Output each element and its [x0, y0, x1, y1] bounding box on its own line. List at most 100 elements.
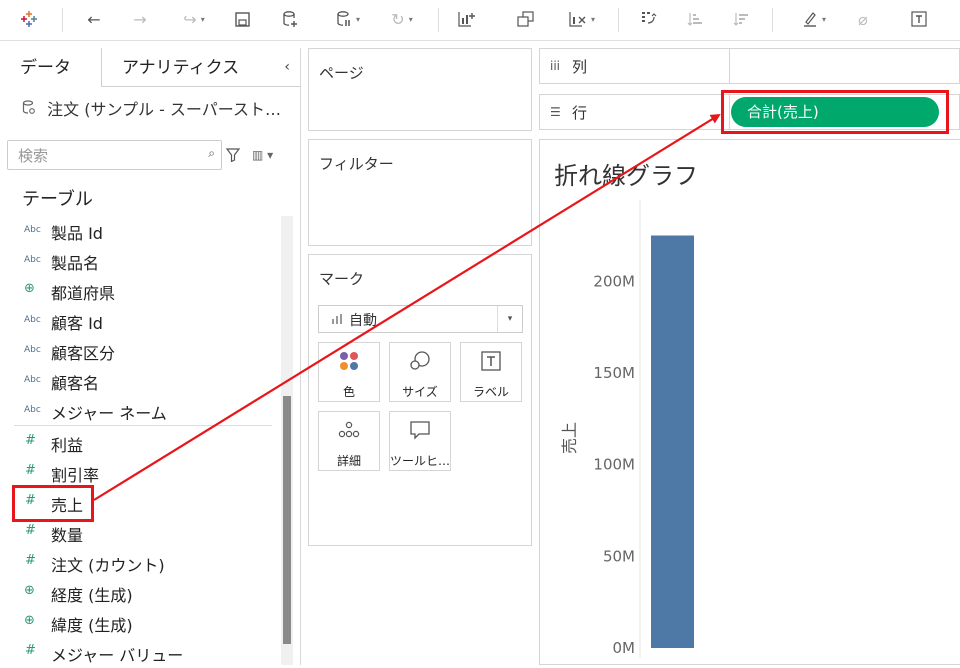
- field-item[interactable]: Abc 製品名: [0, 246, 272, 276]
- globe-icon: ⊕: [24, 583, 35, 598]
- field-item[interactable]: # メジャー バリュー: [0, 638, 272, 668]
- filters-card-title: フィルター: [319, 155, 394, 173]
- field-item[interactable]: # 数量: [0, 518, 272, 548]
- data-pane-tabs: データ アナリティクス ‹: [0, 48, 300, 87]
- field-item[interactable]: Abc 顧客名: [0, 366, 272, 396]
- annotation-box-rows-pill: [721, 90, 949, 134]
- y-tick-label: 100M: [593, 456, 635, 474]
- abc-type-icon: Abc: [24, 225, 41, 235]
- detail-button[interactable]: 詳細: [318, 411, 380, 471]
- abc-type-icon: Abc: [24, 255, 41, 265]
- pause-updates-icon[interactable]: ▾: [324, 7, 372, 31]
- table-header: テーブル: [22, 189, 93, 210]
- color-label: 色: [342, 385, 355, 399]
- highlight-icon[interactable]: ▾: [792, 7, 836, 31]
- detail-label: 詳細: [336, 454, 361, 468]
- mark-type-value: 自動: [349, 313, 377, 329]
- tab-analytics[interactable]: アナリティクス: [122, 48, 239, 86]
- filters-card[interactable]: フィルター: [308, 139, 532, 246]
- tooltip-icon: [390, 420, 450, 444]
- size-icon: [390, 351, 450, 375]
- search-icon[interactable]: ⌕: [208, 146, 215, 161]
- collapse-pane-icon[interactable]: ‹: [284, 48, 290, 86]
- pages-card[interactable]: ページ: [308, 48, 532, 131]
- sort-ascending-icon[interactable]: [682, 7, 708, 31]
- replay-icon[interactable]: ↪ ▾: [172, 7, 216, 31]
- globe-icon: ⊕: [24, 613, 35, 628]
- tooltip-label: ツールヒ…: [390, 454, 450, 468]
- tooltip-button[interactable]: ツールヒ…: [389, 411, 451, 471]
- new-worksheet-icon[interactable]: [454, 7, 480, 31]
- field-item[interactable]: # 割引率: [0, 458, 272, 488]
- redo-icon[interactable]: →: [128, 7, 152, 31]
- annotation-box-sales-field: [12, 485, 94, 522]
- rows-shelf-label: 行: [572, 104, 588, 122]
- view-options-icon[interactable]: ▥ ▾: [252, 148, 273, 162]
- refresh-icon[interactable]: ↻ ▾: [380, 7, 424, 31]
- show-mark-labels-icon[interactable]: [906, 7, 932, 31]
- globe-icon: ⊕: [24, 281, 35, 296]
- bar-mark[interactable]: [651, 235, 694, 649]
- bar-chart-icon: [332, 314, 342, 324]
- undo-icon[interactable]: ←: [82, 7, 106, 31]
- field-list-scroll-thumb[interactable]: [283, 396, 291, 644]
- tab-data[interactable]: データ: [0, 48, 102, 87]
- filter-icon[interactable]: [225, 147, 241, 163]
- y-axis-title: 売上: [560, 422, 579, 454]
- search-box: ⌕: [7, 140, 222, 170]
- label-button[interactable]: ラベル: [460, 342, 522, 402]
- number-type-icon: #: [25, 553, 36, 568]
- field-item[interactable]: # 利益: [0, 428, 272, 458]
- field-item[interactable]: Abc 製品 Id: [0, 216, 272, 246]
- y-tick-label: 50M: [603, 547, 635, 565]
- data-pane: データ アナリティクス ‹ 注文 (サンプル - スーパースト… ⌕ ▥ ▾ テ…: [0, 48, 301, 665]
- number-type-icon: #: [25, 523, 36, 538]
- clear-sheet-icon[interactable]: ▾: [558, 7, 606, 31]
- number-type-icon: #: [25, 643, 36, 658]
- abc-type-icon: Abc: [24, 375, 41, 385]
- swap-rows-columns-icon[interactable]: [636, 7, 662, 31]
- columns-shelf-label: 列: [572, 58, 588, 76]
- color-button[interactable]: 色: [318, 342, 380, 402]
- marks-card-title: マーク: [319, 270, 365, 288]
- abc-type-icon: Abc: [24, 315, 41, 325]
- field-item[interactable]: Abc メジャー ネーム: [0, 396, 272, 426]
- datasource-icon: [22, 100, 39, 119]
- chevron-down-icon[interactable]: ▾: [497, 306, 522, 332]
- bar-chart: 0M 50M 100M 150M 200M 売上: [560, 200, 694, 658]
- columns-icon: iii: [550, 59, 561, 73]
- field-item[interactable]: ⊕ 都道府県: [0, 276, 272, 306]
- pages-card-title: ページ: [319, 64, 364, 82]
- datasource-item[interactable]: 注文 (サンプル - スーパースト…: [22, 96, 281, 120]
- new-datasource-icon[interactable]: [278, 7, 302, 31]
- field-item[interactable]: ⊕ 経度 (生成): [0, 578, 272, 608]
- field-item[interactable]: Abc 顧客区分: [0, 336, 272, 366]
- field-item[interactable]: ⊕ 緯度 (生成): [0, 608, 272, 638]
- tableau-logo-icon[interactable]: [18, 7, 40, 31]
- abc-type-icon: Abc: [24, 405, 41, 415]
- size-label: サイズ: [402, 385, 438, 399]
- group-members-icon[interactable]: ⌀: [850, 7, 876, 31]
- search-input[interactable]: [16, 142, 200, 170]
- marks-card: マーク 自動 ▾ 色 サイズ ラベル 詳細 ツールヒ…: [308, 254, 532, 546]
- sort-descending-icon[interactable]: [728, 7, 754, 31]
- y-tick-label: 200M: [593, 272, 635, 290]
- save-icon[interactable]: [230, 7, 254, 31]
- text-label-icon: [461, 351, 521, 375]
- number-type-icon: #: [25, 463, 36, 478]
- sheet-title: 折れ線グラフ: [554, 162, 698, 190]
- mark-type-select[interactable]: 自動 ▾: [318, 305, 523, 333]
- abc-type-icon: Abc: [24, 345, 41, 355]
- field-item[interactable]: Abc 顧客 Id: [0, 306, 272, 336]
- color-icon: [319, 351, 379, 375]
- number-type-icon: #: [25, 433, 36, 448]
- duplicate-sheet-icon[interactable]: [513, 7, 539, 31]
- toolbar: ← → ↪ ▾ ▾ ↻ ▾ ▾ ▾ ⌀: [0, 0, 960, 41]
- y-tick-label: 150M: [593, 364, 635, 382]
- columns-shelf[interactable]: iii 列: [539, 48, 960, 84]
- dimension-measure-divider: [14, 425, 272, 426]
- field-item[interactable]: # 注文 (カウント): [0, 548, 272, 578]
- size-button[interactable]: サイズ: [389, 342, 451, 402]
- y-tick-label: 0M: [613, 639, 636, 657]
- rows-icon: ☰: [550, 105, 561, 119]
